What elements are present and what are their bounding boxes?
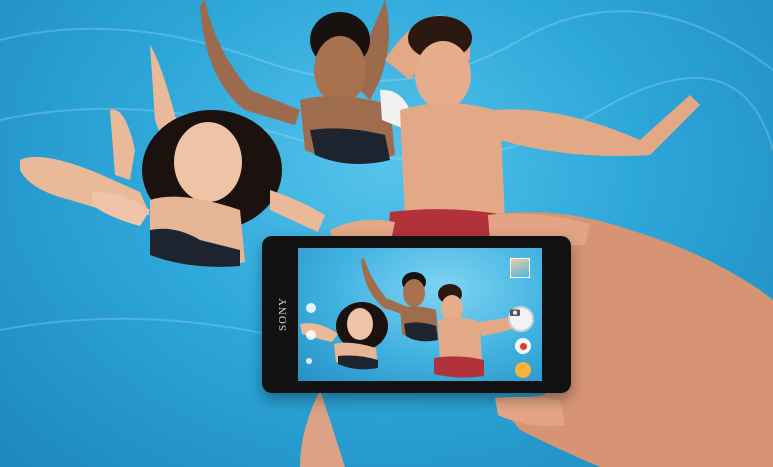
swimmer-left [20, 45, 325, 267]
camera-viewfinder [298, 248, 542, 381]
underwater-scene: SONY [0, 0, 773, 467]
viewfinder-image [300, 258, 530, 378]
more-options-icon[interactable] [306, 358, 312, 364]
smartphone: SONY [262, 236, 571, 393]
gallery-thumbnail[interactable] [510, 258, 530, 278]
flash-icon[interactable] [306, 303, 316, 313]
underwater-photo [0, 0, 773, 467]
camera-icon[interactable] [508, 306, 534, 332]
camera-glyph [510, 309, 520, 316]
brand-logo: SONY [277, 297, 289, 331]
record-icon[interactable] [515, 338, 531, 354]
scene-mode-icon[interactable] [515, 362, 531, 378]
settings-icon[interactable] [306, 330, 316, 340]
